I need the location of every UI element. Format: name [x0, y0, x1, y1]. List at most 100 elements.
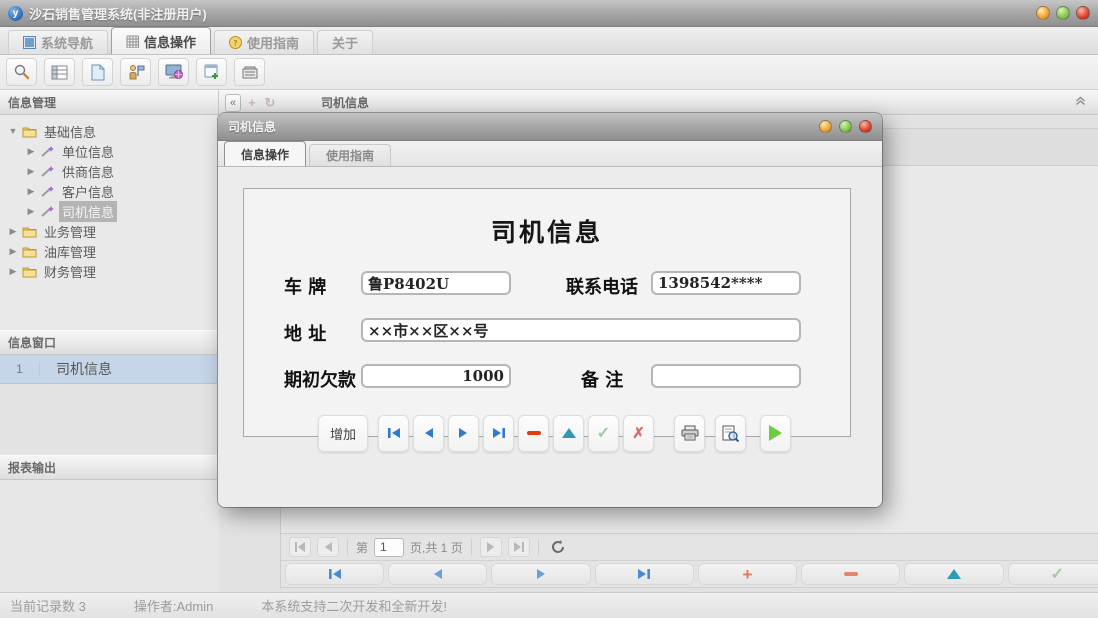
expander-right-icon[interactable]: ▶	[8, 226, 18, 237]
dialog-tab-user-guide[interactable]: 使用指南	[309, 144, 391, 166]
edit-record-button[interactable]	[553, 415, 584, 452]
tree-item-business-manage[interactable]: ▶ 业务管理	[0, 221, 219, 241]
post-record-button[interactable]: ✓	[588, 415, 619, 452]
dialog-tab-info-ops[interactable]: 信息操作	[224, 141, 306, 166]
tree-item-supplier-info[interactable]: ▶ 供商信息	[0, 161, 219, 181]
status-message: 本系统支持二次开发和全新开发!	[261, 596, 447, 615]
record-add-button[interactable]: +	[698, 563, 797, 585]
info-manage-title: 信息管理	[8, 94, 56, 111]
first-record-button[interactable]	[378, 415, 409, 452]
double-chevron-up-icon	[1075, 96, 1086, 106]
expander-right-icon[interactable]: ▶	[26, 166, 36, 177]
remark-input[interactable]	[651, 364, 801, 388]
tab-system-nav[interactable]: 系统导航	[8, 30, 108, 54]
tree-item-driver-info[interactable]: ▶ 司机信息	[0, 201, 219, 221]
document-button[interactable]	[82, 58, 113, 86]
tree-label: 供商信息	[59, 161, 117, 182]
remark-label: 备 注	[581, 366, 623, 392]
tree-label: 司机信息	[59, 201, 117, 222]
expander-right-icon[interactable]: ▶	[26, 186, 36, 197]
add-record-button[interactable]: 增加	[318, 415, 368, 452]
dialog-body: 司机信息 车 牌 联系电话 地 址 期初欠款 备 注 增加	[218, 167, 882, 507]
delete-record-button[interactable]	[518, 415, 549, 452]
debt-input[interactable]	[361, 364, 511, 388]
monitor-button[interactable]	[158, 58, 189, 86]
user-task-button[interactable]	[120, 58, 151, 86]
window-icon	[23, 36, 36, 49]
plus-icon: +	[743, 566, 753, 583]
minus-icon	[527, 431, 541, 435]
record-post-button[interactable]: ✓	[1008, 563, 1098, 585]
expander-right-icon[interactable]: ▶	[8, 246, 18, 257]
tree-item-base-info[interactable]: ▼ 基础信息	[0, 121, 219, 141]
minimize-button[interactable]	[1036, 6, 1050, 20]
last-record-button[interactable]	[483, 415, 514, 452]
dialog-titlebar[interactable]: 司机信息	[218, 113, 882, 141]
search-button[interactable]	[6, 58, 37, 86]
record-prev-button[interactable]	[388, 563, 487, 585]
grid-view-button[interactable]	[44, 58, 75, 86]
phone-input[interactable]	[651, 271, 801, 295]
print-preview-icon	[722, 425, 739, 442]
print-button[interactable]	[674, 415, 705, 452]
tab-about[interactable]: 关于	[317, 30, 373, 54]
tree-item-finance-manage[interactable]: ▶ 财务管理	[0, 261, 219, 281]
record-first-button[interactable]	[285, 563, 384, 585]
refresh-button[interactable]	[547, 537, 569, 557]
tree-label: 业务管理	[41, 221, 99, 242]
page-last-button[interactable]	[508, 537, 530, 557]
first-record-icon	[328, 568, 342, 580]
address-label: 地 址	[284, 320, 326, 346]
cancel-record-button[interactable]: ✗	[623, 415, 654, 452]
folder-icon	[22, 265, 37, 278]
close-button[interactable]	[1076, 6, 1090, 20]
next-record-icon	[536, 568, 547, 580]
svg-text:?: ?	[234, 39, 238, 48]
tab-info-ops[interactable]: 信息操作	[111, 27, 211, 54]
debt-label: 期初欠款	[284, 366, 356, 392]
window-add-button[interactable]	[196, 58, 227, 86]
page-next-button[interactable]	[480, 537, 502, 557]
dialog-close-button[interactable]	[859, 120, 872, 133]
tab-user-guide[interactable]: ? 使用指南	[214, 30, 314, 54]
prev-record-button[interactable]	[413, 415, 444, 452]
dialog-minimize-button[interactable]	[819, 120, 832, 133]
record-delete-button[interactable]	[801, 563, 900, 585]
expander-right-icon[interactable]: ▶	[26, 146, 36, 157]
plate-input[interactable]	[361, 271, 511, 295]
page-prev-button[interactable]	[317, 537, 339, 557]
info-window-header: 信息窗口	[0, 330, 219, 355]
tab-label: 信息操作	[144, 32, 196, 51]
collapse-panel-icon[interactable]	[1075, 96, 1092, 109]
page-first-button[interactable]	[289, 537, 311, 557]
card-file-button[interactable]	[234, 58, 265, 86]
page-number-input[interactable]	[374, 538, 404, 557]
tree-item-unit-info[interactable]: ▶ 单位信息	[0, 141, 219, 161]
dialog-buttonbar: 增加 ✓ ✗	[218, 407, 882, 459]
search-icon	[13, 63, 31, 81]
dialog-maximize-button[interactable]	[839, 120, 852, 133]
tree-item-customer-info[interactable]: ▶ 客户信息	[0, 181, 219, 201]
record-last-button[interactable]	[595, 563, 694, 585]
collapse-sidebar-button[interactable]: «	[225, 94, 241, 112]
wand-icon	[40, 205, 55, 218]
maximize-button[interactable]	[1056, 6, 1070, 20]
tree-item-depot-manage[interactable]: ▶ 油库管理	[0, 241, 219, 261]
printer-icon	[681, 425, 699, 441]
dialog-tab-label: 信息操作	[241, 146, 289, 163]
tab-label: 使用指南	[247, 33, 299, 52]
run-button[interactable]	[760, 415, 791, 452]
expander-right-icon[interactable]: ▶	[8, 266, 18, 277]
dialog-tab-label: 使用指南	[326, 147, 374, 164]
expander-down-icon[interactable]: ▼	[8, 126, 18, 136]
edit-triangle-icon	[562, 428, 576, 438]
x-icon: ✗	[632, 424, 645, 442]
first-page-icon	[294, 542, 306, 552]
next-record-button[interactable]	[448, 415, 479, 452]
print-preview-button[interactable]	[715, 415, 746, 452]
expander-right-icon[interactable]: ▶	[26, 206, 36, 217]
address-input[interactable]	[361, 318, 801, 342]
record-next-button[interactable]	[491, 563, 590, 585]
list-item-driver-info[interactable]: 1 司机信息	[0, 355, 219, 384]
record-edit-button[interactable]	[904, 563, 1003, 585]
